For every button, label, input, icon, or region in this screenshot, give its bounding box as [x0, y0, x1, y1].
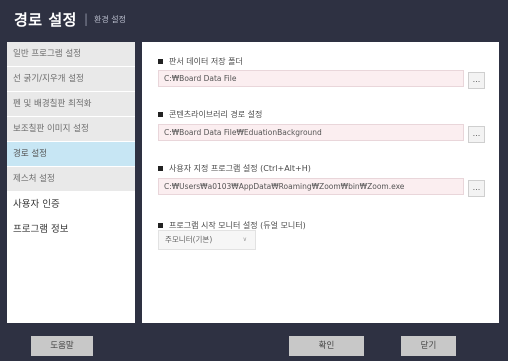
bullet-icon	[158, 112, 163, 117]
custom-program-heading: 사용자 지정 프로그램 설정 (Ctrl+Alt+H)	[158, 163, 311, 174]
save-folder-browse-button[interactable]: ...	[468, 72, 485, 89]
sidebar-item-general[interactable]: 일반 프로그램 설정	[7, 42, 135, 67]
bullet-icon	[158, 166, 163, 171]
settings-sidebar: 일반 프로그램 설정 선 굵기/지우개 설정 펜 및 배경칠판 최적화 보조칠판…	[7, 42, 135, 323]
bullet-icon	[158, 223, 163, 228]
page-subtitle: 환경 설정	[93, 14, 126, 24]
monitor-select-value: 주모니터(기본)	[165, 235, 213, 244]
content-library-heading: 콘텐츠라이브러리 경로 설정	[158, 109, 262, 120]
custom-program-field[interactable]: C:₩Users₩a0103₩AppData₩Roaming₩Zoom₩bin₩…	[158, 178, 464, 195]
save-folder-label: 판서 데이터 저장 폴더	[169, 57, 243, 66]
bullet-icon	[158, 59, 163, 64]
sidebar-item-sub-board-image[interactable]: 보조칠판 이미지 설정	[7, 117, 135, 142]
sidebar-item-gesture[interactable]: 제스처 설정	[7, 167, 135, 192]
content-library-label: 콘텐츠라이브러리 경로 설정	[169, 110, 263, 119]
sidebar-item-pen-background[interactable]: 펜 및 배경칠판 최적화	[7, 92, 135, 117]
save-folder-heading: 판서 데이터 저장 폴더	[158, 56, 243, 67]
title-bar: 경로 설정 | 환경 설정	[0, 0, 508, 38]
sidebar-item-program-info[interactable]: 프로그램 정보	[7, 217, 135, 242]
settings-content: 판서 데이터 저장 폴더 C:₩Board Data File ... 콘텐츠라…	[142, 42, 499, 323]
monitor-select[interactable]: 주모니터(기본) ∨	[158, 230, 256, 250]
title-separator: |	[83, 12, 88, 26]
save-folder-field[interactable]: C:₩Board Data File	[158, 70, 464, 87]
sidebar-item-path-settings[interactable]: 경로 설정	[7, 142, 135, 167]
chevron-down-icon: ∨	[242, 236, 247, 243]
sidebar-item-line-eraser[interactable]: 선 굵기/지우개 설정	[7, 67, 135, 92]
help-button[interactable]: 도움말	[31, 336, 93, 356]
close-button[interactable]: 닫기	[401, 336, 456, 356]
content-library-browse-button[interactable]: ...	[468, 126, 485, 143]
sidebar-item-user-auth[interactable]: 사용자 인증	[7, 192, 135, 217]
custom-program-browse-button[interactable]: ...	[468, 180, 485, 197]
page-title: 경로 설정	[14, 10, 77, 29]
custom-program-label: 사용자 지정 프로그램 설정 (Ctrl+Alt+H)	[169, 164, 311, 173]
ok-button[interactable]: 확인	[289, 336, 364, 356]
content-library-field[interactable]: C:₩Board Data File₩EduationBackground	[158, 124, 464, 141]
